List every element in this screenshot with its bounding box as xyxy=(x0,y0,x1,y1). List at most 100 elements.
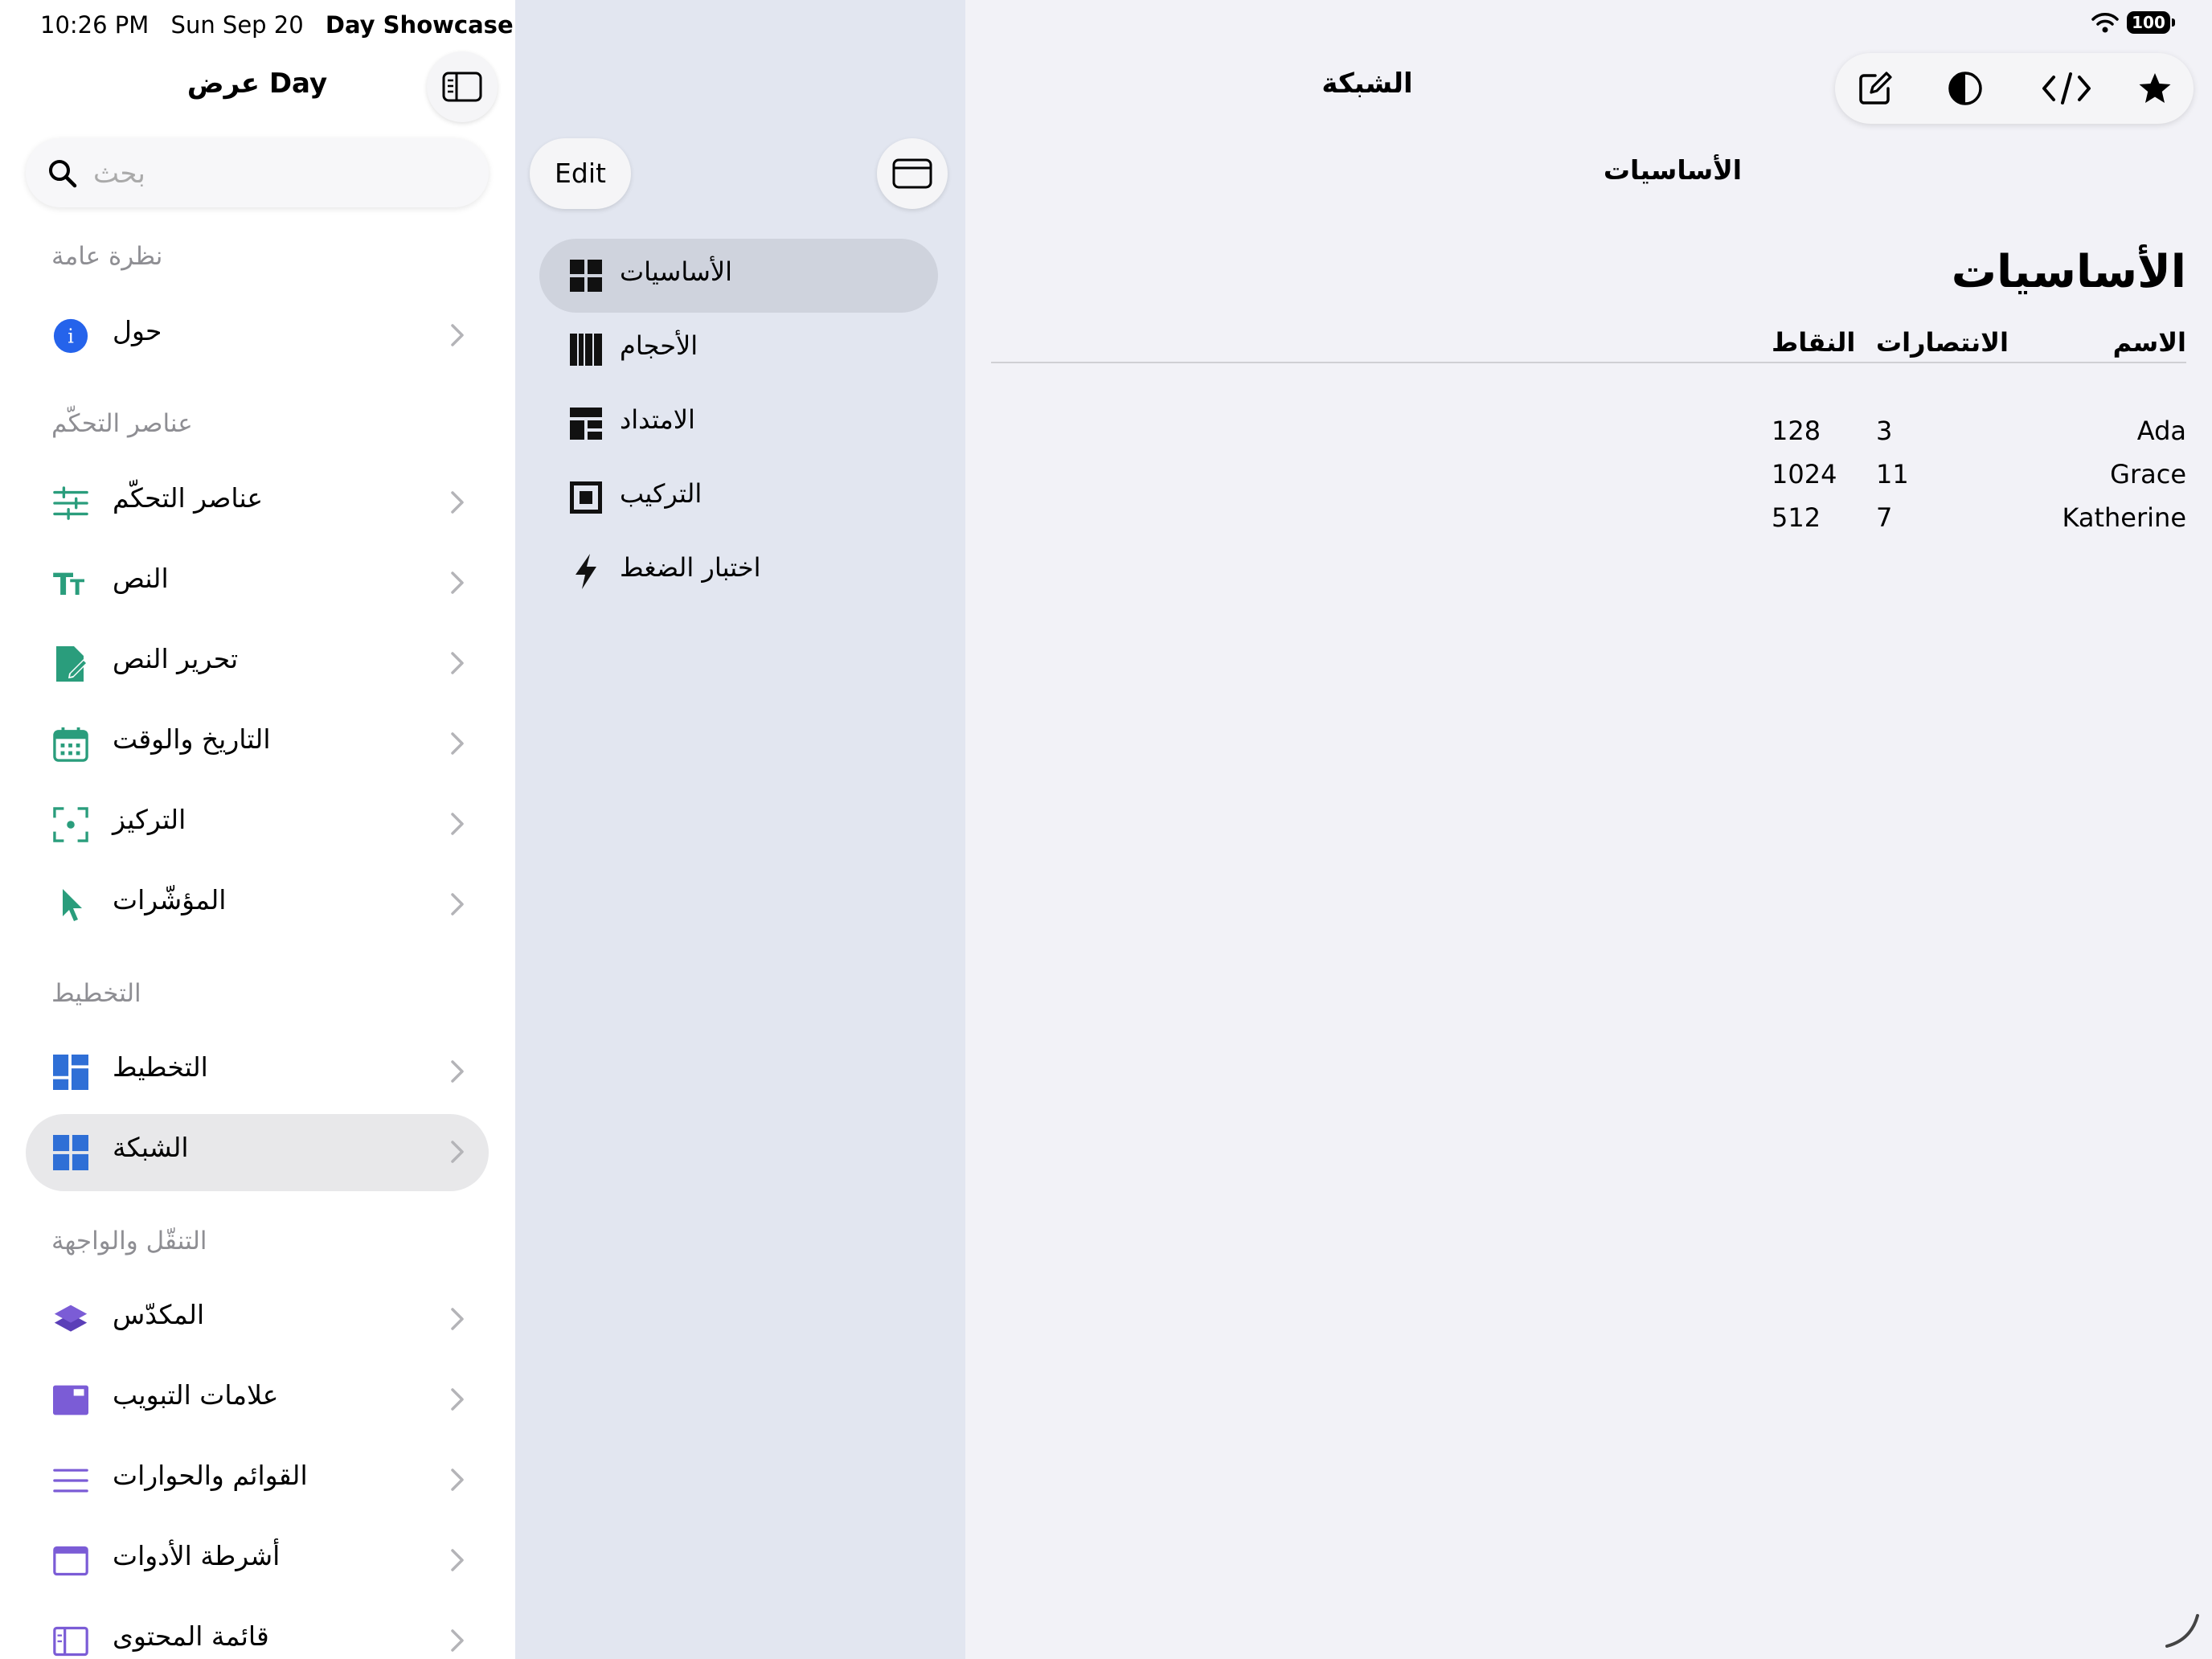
battery-indicator: 100 xyxy=(2127,11,2175,34)
chevron-right-icon xyxy=(451,732,464,755)
pointer-icon xyxy=(53,887,88,923)
wins-cell: 11 xyxy=(1876,459,1909,490)
sliders-icon xyxy=(53,485,88,521)
grid-item-span[interactable]: الامتداد xyxy=(539,387,938,461)
points-cell: 1024 xyxy=(1772,459,1837,490)
status-date: Sun Sep 20 xyxy=(170,11,304,39)
sidebar-item-label: أشرطة الأدوات xyxy=(113,1540,281,1571)
source-code-button[interactable] xyxy=(2041,69,2092,108)
points-cell: 512 xyxy=(1772,502,1821,533)
grid-item-stress-test[interactable]: اختبار الضغط xyxy=(539,535,938,608)
chevron-right-icon xyxy=(451,1308,464,1330)
sidebar-item-label: النص xyxy=(113,563,169,594)
sidebar-item-label: عناصر التحكّم xyxy=(113,482,264,514)
spacer-row xyxy=(991,363,2186,409)
sidebar-item-grid[interactable]: الشبكة xyxy=(26,1114,489,1191)
bolt-icon xyxy=(568,554,604,589)
name-cell: Ada xyxy=(2136,416,2186,446)
sidebar-item-tabs[interactable]: علامات التبويب xyxy=(26,1362,489,1439)
spacer-cell xyxy=(991,496,1772,539)
chevron-right-icon xyxy=(451,813,464,835)
focus-icon xyxy=(53,807,88,842)
chevron-right-icon xyxy=(451,652,464,674)
favorite-button[interactable] xyxy=(2136,69,2174,108)
code-icon xyxy=(2042,72,2091,104)
sidebar-item-layout[interactable]: التخطيط xyxy=(26,1034,489,1111)
sidebar-item-pointers[interactable]: المؤشّرات xyxy=(26,866,489,944)
detail-pane: 100 الشبكة الأساسيات الأساسيات النقاط ال… xyxy=(965,0,2212,1659)
wins-cell: 7 xyxy=(1876,502,1893,533)
resize-handle-icon[interactable] xyxy=(2162,1611,2202,1651)
section-header-layout: التخطيط xyxy=(51,979,141,1008)
section-subtitle: الأساسيات xyxy=(1603,154,1743,186)
search-input[interactable] xyxy=(92,153,465,195)
sidebar-item-toolbars[interactable]: أشرطة الأدوات xyxy=(26,1522,489,1600)
sidebar-item-content-list[interactable]: قائمة المحتوى xyxy=(26,1603,489,1659)
sidebar-item-lists-dialogs[interactable]: القوائم والحوارات xyxy=(26,1442,489,1519)
chevron-right-icon xyxy=(451,1060,464,1083)
table-row: 1024 11 Grace xyxy=(991,453,2186,496)
sidebar-item-text[interactable]: TT النص xyxy=(26,545,489,622)
grid-item-sizes[interactable]: الأحجام xyxy=(539,313,938,387)
column-header-wins: الانتصارات xyxy=(1876,327,2009,358)
chevron-right-icon xyxy=(451,1549,464,1571)
grid-item-basics[interactable]: الأساسيات xyxy=(539,239,938,313)
compose-button[interactable] xyxy=(1856,69,1895,108)
wifi-icon xyxy=(2091,13,2119,33)
grid-item-label: الأحجام xyxy=(620,330,698,361)
sidebar-item-about[interactable]: i حول xyxy=(26,297,489,375)
status-app-name: Day Showcase xyxy=(325,11,514,39)
chevron-right-icon xyxy=(451,324,464,346)
chevron-right-icon xyxy=(451,1629,464,1652)
search-field[interactable] xyxy=(26,138,489,207)
appearance-toggle-button[interactable] xyxy=(1946,69,1985,108)
grid-item-label: الأساسيات xyxy=(620,256,733,287)
edit-button[interactable]: Edit xyxy=(530,138,631,209)
sidebar-item-date-time[interactable]: التاريخ والوقت xyxy=(26,706,489,783)
column-header-points: النقاط xyxy=(1772,327,1856,358)
column-toggle-icon xyxy=(892,158,932,189)
grid-item-label: اختبار الضغط xyxy=(620,552,761,583)
toggle-column-button[interactable] xyxy=(877,138,948,209)
sidebar-item-label: تحرير النص xyxy=(113,643,239,674)
nav-title: الشبكة xyxy=(1321,68,1413,100)
svg-text:i: i xyxy=(68,325,74,347)
column-header-name: الاسم xyxy=(2112,327,2186,358)
grid-basics-icon xyxy=(568,258,604,293)
toggle-sidebar-button[interactable] xyxy=(427,51,498,122)
info-icon: i xyxy=(53,318,88,354)
grid-item-label: التركيب xyxy=(620,478,703,509)
content-list-icon xyxy=(53,1624,88,1659)
sidebar-item-stack[interactable]: المكدّس xyxy=(26,1281,489,1358)
columns-icon xyxy=(568,332,604,367)
table-row: 128 3 Ada xyxy=(991,409,2186,453)
status-bar-left: 10:26 PM Sun Sep 20 Day Showcase xyxy=(40,11,515,39)
spacer-cell xyxy=(991,409,1772,453)
grid-item-nesting[interactable]: التركيب xyxy=(539,461,938,535)
search-icon xyxy=(49,160,77,188)
toolbar-icon xyxy=(53,1543,88,1579)
grid-header-row: النقاط الانتصارات الاسم xyxy=(991,323,2186,363)
name-cell: Grace xyxy=(2110,459,2186,490)
sidebar-item-focus[interactable]: التركيز xyxy=(26,786,489,863)
points-cell: 128 xyxy=(1772,416,1821,446)
tabs-icon xyxy=(53,1382,88,1418)
text-size-icon: TT xyxy=(53,566,88,601)
status-bar-right: 100 xyxy=(2091,11,2175,34)
section-header-navigation: التنقّل والواجهة xyxy=(51,1227,207,1256)
content-list-column: Edit الأساسيات الأحجام الامتداد التركيب xyxy=(515,0,965,1659)
sidebar-item-text-editing[interactable]: تحرير النص xyxy=(26,625,489,703)
compose-icon xyxy=(1859,72,1892,104)
star-icon xyxy=(2139,73,2171,103)
nested-icon xyxy=(568,480,604,515)
sidebar-item-controls[interactable]: عناصر التحكّم xyxy=(26,465,489,542)
sidebar-item-label: علامات التبويب xyxy=(113,1379,279,1411)
section-header-overview: نظرة عامة xyxy=(51,242,163,271)
section-header-controls: عناصر التحكّم xyxy=(51,409,193,438)
sidebar-toggle-icon xyxy=(442,72,482,102)
scores-grid: النقاط الانتصارات الاسم 128 3 Ada 1024 1… xyxy=(991,323,2186,539)
document-edit-icon xyxy=(53,646,88,682)
spacer-cell xyxy=(991,323,1772,363)
sidebar-item-label: المؤشّرات xyxy=(113,884,227,916)
list-icon xyxy=(53,1463,88,1498)
